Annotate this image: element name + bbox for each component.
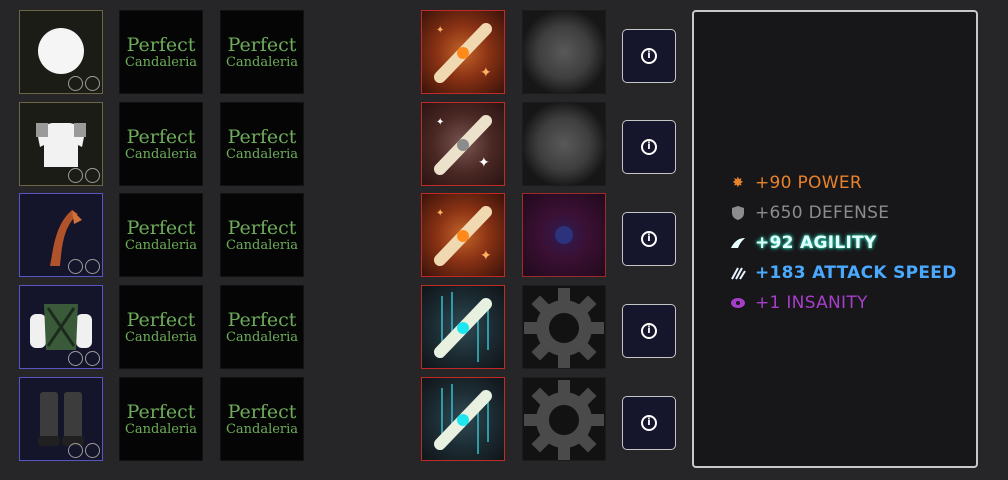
item-slot-boots[interactable]	[19, 377, 103, 461]
eye-icon	[730, 295, 746, 311]
gear-icon	[524, 380, 604, 460]
gem-socket-rings	[68, 351, 100, 366]
perk-slot[interactable]: Perfect Candaleria	[119, 377, 203, 461]
perk-title: Perfect	[227, 216, 297, 239]
info-button[interactable]: i	[622, 304, 676, 358]
perk-subtitle: Candaleria	[124, 146, 198, 162]
stats-panel: ✸ +90 POWER +650 DEFENSE +92 AGILITY +18…	[692, 10, 978, 468]
perk-subtitle: Candaleria	[225, 146, 299, 162]
svg-text:✦: ✦	[436, 208, 444, 219]
enchant-scroll-slot[interactable]: ✦ ✦	[421, 10, 505, 94]
perk-title: Perfect	[227, 125, 297, 148]
stat-attack-speed-label: +183 ATTACK SPEED	[755, 263, 957, 283]
gem-slot[interactable]	[522, 102, 606, 186]
stat-defense: +650 DEFENSE	[730, 198, 957, 228]
gear-icon	[524, 288, 604, 368]
item-slot-armor[interactable]	[19, 285, 103, 369]
perk-slot[interactable]: Perfect Candaleria	[220, 285, 304, 369]
svg-text:✦: ✦	[480, 248, 492, 264]
info-button[interactable]: i	[622, 396, 676, 450]
perk-slot[interactable]: Perfect Candaleria	[220, 193, 304, 277]
svg-text:✦: ✦	[436, 117, 444, 128]
perk-subtitle: Candaleria	[225, 421, 299, 437]
perk-slot[interactable]: Perfect Candaleria	[119, 102, 203, 186]
info-button[interactable]: i	[622, 120, 676, 174]
perk-title: Perfect	[126, 308, 196, 331]
perk-slot[interactable]: Perfect Candaleria	[220, 377, 304, 461]
wing-icon	[730, 235, 746, 251]
gem-slot[interactable]	[522, 285, 606, 369]
perk-subtitle: Candaleria	[124, 237, 198, 253]
perk-subtitle: Candaleria	[225, 329, 299, 345]
perk-slot[interactable]: Perfect Candaleria	[119, 193, 203, 277]
enchant-scroll-slot[interactable]: ✦ ✦	[421, 193, 505, 277]
gem-slot[interactable]	[522, 377, 606, 461]
gem-slot[interactable]	[522, 193, 606, 277]
stat-insanity: +1 INSANITY	[730, 288, 957, 318]
gem-socket-rings	[68, 168, 100, 183]
svg-text:✦: ✦	[436, 25, 444, 36]
gem-socket-rings	[68, 443, 100, 458]
orange-scroll-icon: ✦✦	[434, 206, 492, 266]
info-button[interactable]: i	[622, 29, 676, 83]
perk-title: Perfect	[126, 400, 196, 423]
burst-icon: ✸	[731, 175, 745, 191]
claw-icon	[730, 265, 746, 281]
perk-title: Perfect	[227, 400, 297, 423]
stat-agility: +92 AGILITY	[730, 228, 957, 258]
info-icon: i	[641, 231, 657, 247]
perk-subtitle: Candaleria	[124, 329, 198, 345]
info-icon: i	[641, 415, 657, 431]
perk-title: Perfect	[227, 308, 297, 331]
cyan-scroll-icon	[434, 292, 492, 362]
perk-slot[interactable]: Perfect Candaleria	[119, 285, 203, 369]
stat-attack-speed: +183 ATTACK SPEED	[730, 258, 957, 288]
info-button[interactable]: i	[622, 212, 676, 266]
svg-text:✦: ✦	[478, 155, 490, 171]
enchant-scroll-slot[interactable]: ✦ ✦	[421, 102, 505, 186]
stat-defense-label: +650 DEFENSE	[755, 203, 890, 223]
info-icon: i	[641, 139, 657, 155]
item-slot-head[interactable]	[19, 10, 103, 94]
perk-title: Perfect	[126, 216, 196, 239]
stat-insanity-label: +1 INSANITY	[755, 293, 868, 313]
perk-subtitle: Candaleria	[225, 54, 299, 70]
perk-title: Perfect	[126, 125, 196, 148]
white-scroll-icon: ✦✦	[434, 115, 492, 175]
stat-power-label: +90 POWER	[755, 173, 862, 193]
stats-list: ✸ +90 POWER +650 DEFENSE +92 AGILITY +18…	[730, 168, 957, 318]
enchant-scroll-slot[interactable]	[421, 285, 505, 369]
info-icon: i	[641, 323, 657, 339]
gem-slot[interactable]	[522, 10, 606, 94]
stat-power: ✸ +90 POWER	[730, 168, 957, 198]
perk-title: Perfect	[227, 33, 297, 56]
perk-slot[interactable]: Perfect Candaleria	[220, 10, 304, 94]
perk-slot[interactable]: Perfect Candaleria	[119, 10, 203, 94]
item-slot-chest[interactable]	[19, 102, 103, 186]
gem-socket-rings	[68, 259, 100, 274]
shield-icon	[730, 205, 746, 221]
gem-socket-rings	[68, 76, 100, 91]
perk-subtitle: Candaleria	[124, 421, 198, 437]
item-slot-weapon[interactable]	[19, 193, 103, 277]
perk-title: Perfect	[126, 33, 196, 56]
cyan-scroll-icon	[434, 384, 492, 454]
perk-subtitle: Candaleria	[124, 54, 198, 70]
stat-agility-label: +92 AGILITY	[755, 233, 877, 253]
perk-slot[interactable]: Perfect Candaleria	[220, 102, 304, 186]
info-icon: i	[641, 48, 657, 64]
enchant-scroll-slot[interactable]	[421, 377, 505, 461]
perk-subtitle: Candaleria	[225, 237, 299, 253]
purple-gem-icon	[555, 226, 573, 244]
blurred-gem-icon	[523, 11, 605, 93]
blurred-gem-icon	[523, 103, 605, 185]
orange-scroll-icon: ✦✦	[434, 23, 492, 83]
svg-text:✦: ✦	[480, 65, 492, 81]
